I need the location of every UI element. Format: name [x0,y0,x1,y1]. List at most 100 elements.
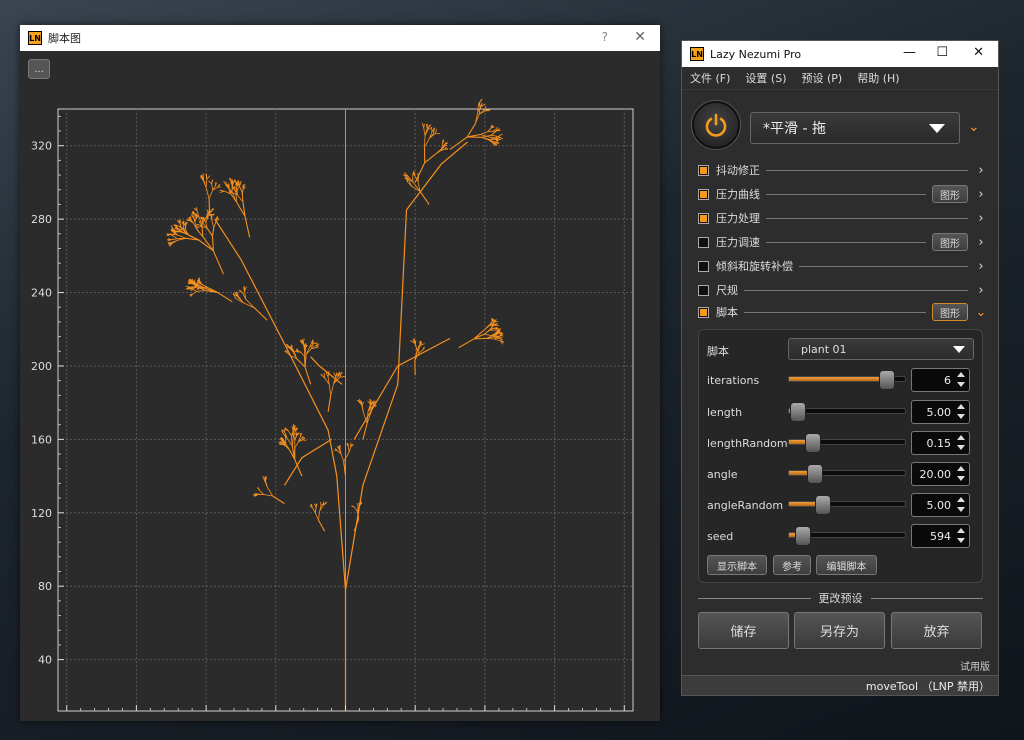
change-preset-label: 更改预设 [818,592,863,605]
param-value: 5.00 [926,405,952,419]
chevron-right-icon[interactable]: › [974,283,988,298]
module-checkbox[interactable] [698,306,709,318]
menu-file[interactable]: 文件 (F) [690,70,730,86]
slider-handle[interactable] [815,495,832,515]
chevron-right-icon[interactable]: › [974,235,988,250]
chevron-right-icon[interactable]: › [974,163,988,178]
module-divider [766,241,926,243]
close-icon[interactable]: ✕ [973,45,984,60]
chevron-right-icon[interactable]: › [974,259,988,274]
save-button[interactable]: 储存 [698,612,789,649]
script-plot-chart: -160-120-80-4004080120160408012016020024… [31,98,634,712]
reference-button[interactable]: 参考 [773,555,811,575]
spin-arrows-icon[interactable] [957,435,965,451]
module-graph-button[interactable]: 图形 [932,233,968,251]
discard-button[interactable]: 放弃 [891,612,982,649]
param-slider[interactable] [788,495,906,515]
module-graph-button[interactable]: 图形 [932,303,968,321]
spin-arrows-icon[interactable] [957,466,965,482]
status-bar: moveTool （LNP 禁用） [682,675,998,695]
module-label: 脚本 [716,306,738,319]
module-divider [799,265,968,267]
chevron-down-icon[interactable]: ⌄ [974,305,988,320]
param-slider[interactable] [788,526,906,546]
trial-label: 试用版 [960,662,990,673]
plant-branch [423,123,425,129]
param-value: 20.00 [919,467,952,481]
param-slider[interactable] [788,464,906,484]
module-row[interactable]: 脚本 图形 ⌄ [698,303,988,321]
param-spinbox[interactable]: 5.00 [911,400,970,424]
slider-handle[interactable] [806,464,823,484]
script-dropdown[interactable]: plant 01 [788,338,974,360]
chevron-right-icon[interactable]: › [974,187,988,202]
param-slider[interactable] [788,370,906,390]
param-label: angleRandom [707,499,784,512]
preset-dropdown[interactable]: *平滑 - 拖 [750,112,960,144]
param-slider[interactable] [788,402,906,422]
script-label: 脚本 [707,345,729,358]
module-checkbox[interactable] [698,212,709,224]
module-divider [766,193,926,195]
module-label: 抖动修正 [716,164,760,177]
slider-handle[interactable] [804,433,821,453]
plot-titlebar[interactable]: LN 脚本图 ? ✕ [20,25,660,51]
show-script-button[interactable]: 显示脚本 [707,555,767,575]
plot-menu-button[interactable]: ... [28,59,50,79]
module-label: 压力曲线 [716,188,760,201]
param-label: angle [707,468,738,481]
spin-arrows-icon[interactable] [957,372,965,388]
menu-presets[interactable]: 预设 (P) [801,70,842,86]
module-checkbox[interactable] [698,164,709,176]
spin-arrows-icon[interactable] [957,497,965,513]
y-tick-label: 80 [38,580,52,593]
lnp-logo-icon: LN [28,31,42,45]
maximize-icon[interactable]: ☐ [936,45,948,60]
param-slider[interactable] [788,433,906,453]
param-spinbox[interactable]: 5.00 [911,493,970,517]
module-row[interactable]: 压力调速 图形 › [698,233,988,251]
slider-handle[interactable] [795,526,812,546]
menu-settings[interactable]: 设置 (S) [745,70,786,86]
lnp-title: Lazy Nezumi Pro [710,47,802,61]
preset-name: *平滑 - 拖 [763,121,826,137]
param-label: iterations [707,374,760,387]
spin-arrows-icon[interactable] [957,404,965,420]
module-row[interactable]: 尺规 › [698,281,988,299]
help-icon[interactable]: ? [602,30,608,44]
module-row[interactable]: 抖动修正 › [698,161,988,179]
slider-handle[interactable] [790,402,807,422]
preset-expand-chevron-icon[interactable]: ⌄ [968,119,980,135]
power-button[interactable] [692,101,740,149]
module-checkbox[interactable] [698,236,709,248]
minimize-icon[interactable]: — [903,45,916,60]
chevron-right-icon[interactable]: › [974,211,988,226]
plant-branch [292,429,294,437]
module-graph-button[interactable]: 图形 [932,185,968,203]
plant-branch [202,287,209,289]
module-checkbox[interactable] [698,260,709,272]
module-row[interactable]: 压力曲线 图形 › [698,185,988,203]
param-spinbox[interactable]: 594 [911,524,970,548]
lnp-titlebar[interactable]: LN Lazy Nezumi Pro — ☐ ✕ [682,41,998,67]
param-spinbox[interactable]: 6 [911,368,970,392]
save-as-button[interactable]: 另存为 [794,612,885,649]
module-checkbox[interactable] [698,284,709,296]
plant-branch [339,444,341,449]
module-checkbox[interactable] [698,188,709,200]
module-divider [744,311,926,313]
slider-handle[interactable] [878,370,895,390]
plant-branch [295,350,298,353]
param-value: 6 [944,373,951,387]
lnp-window: LN Lazy Nezumi Pro — ☐ ✕ 文件 (F) 设置 (S) 预… [681,40,999,696]
module-row[interactable]: 压力处理 › [698,209,988,227]
module-row[interactable]: 倾斜和旋转补偿 › [698,257,988,275]
menu-help[interactable]: 帮助 (H) [857,70,899,86]
close-icon[interactable]: ✕ [634,29,646,45]
plant-branch [424,135,426,148]
spin-arrows-icon[interactable] [957,528,965,544]
param-spinbox[interactable]: 20.00 [911,462,970,486]
module-label: 尺规 [716,284,738,297]
param-spinbox[interactable]: 0.15 [911,431,970,455]
edit-script-button[interactable]: 编辑脚本 [816,555,877,575]
